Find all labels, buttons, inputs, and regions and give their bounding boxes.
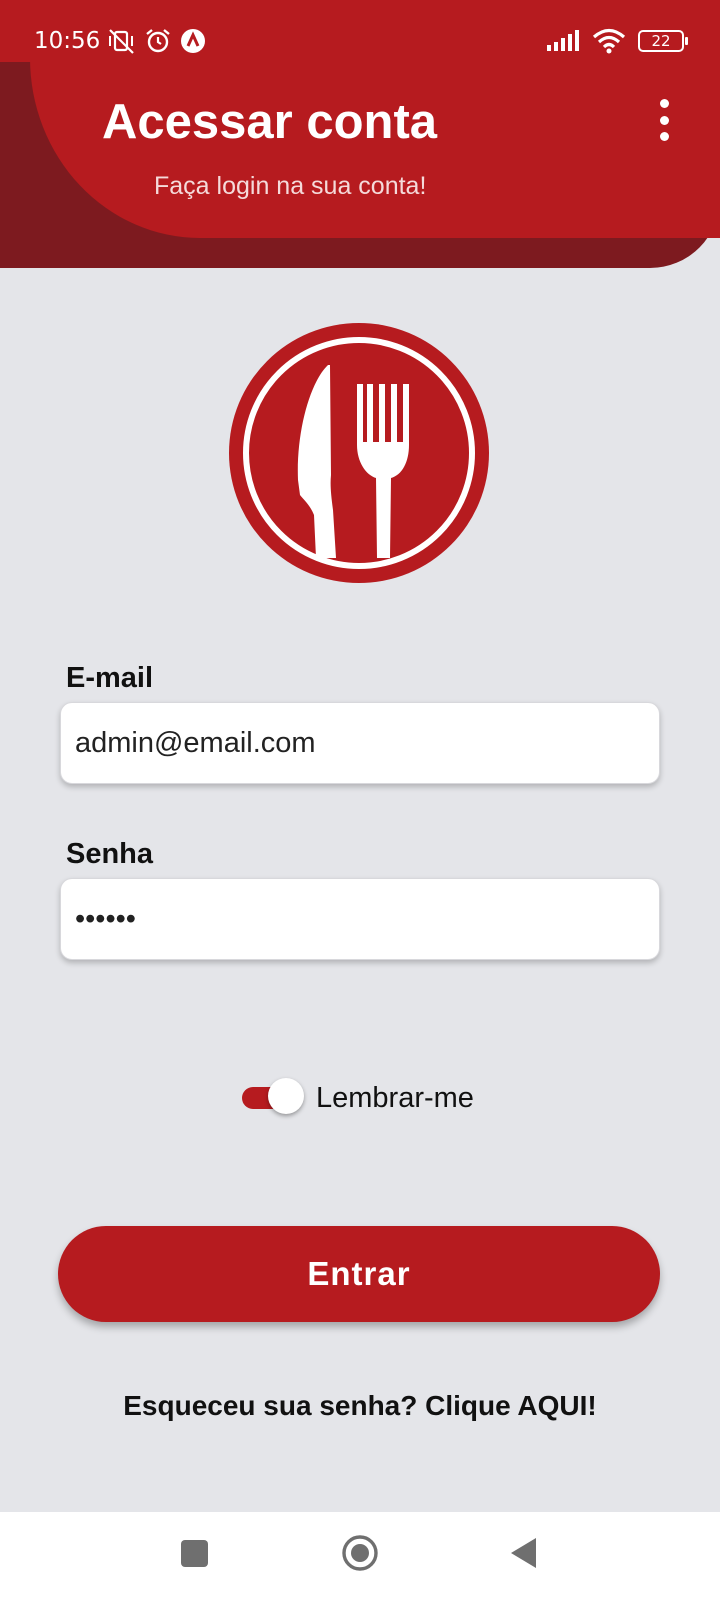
password-field[interactable]	[60, 878, 660, 960]
vibrate-off-icon	[109, 29, 134, 54]
page-subtitle: Faça login na sua conta!	[154, 172, 427, 200]
app-notification-icon	[181, 29, 205, 53]
page-title: Acessar conta	[102, 95, 438, 149]
remember-me-label: Lembrar-me	[316, 1081, 474, 1114]
email-label: E-mail	[66, 662, 154, 694]
alarm-icon	[146, 29, 170, 53]
menu-dot	[659, 115, 669, 125]
menu-dot	[659, 132, 669, 141]
back-icon[interactable]	[508, 1536, 538, 1570]
knife-fork-plate-logo	[229, 323, 489, 583]
remember-me-toggle[interactable]	[242, 1078, 304, 1114]
recent-apps-icon[interactable]	[181, 1540, 208, 1567]
status-bar: 10:56 22	[0, 0, 720, 62]
status-time: 10:56	[34, 28, 101, 54]
status-icons-left	[106, 26, 206, 56]
menu-dot	[659, 99, 669, 108]
more-vert-icon[interactable]	[646, 96, 682, 144]
navigation-bar	[0, 1512, 720, 1600]
forgot-password-link[interactable]: Esqueceu sua senha? Clique AQUI!	[0, 1390, 720, 1422]
email-field[interactable]	[60, 702, 660, 784]
login-button[interactable]: Entrar	[58, 1226, 660, 1322]
status-icons-right: 22	[546, 26, 688, 56]
battery-icon: 22	[638, 30, 688, 52]
battery-level: 22	[651, 32, 671, 50]
home-icon[interactable]	[341, 1534, 379, 1572]
toggle-thumb	[268, 1078, 304, 1114]
wifi-icon	[592, 28, 626, 54]
signal-icon	[547, 30, 579, 51]
remember-me-row: Lembrar-me	[242, 1074, 474, 1122]
password-label: Senha	[66, 838, 154, 870]
